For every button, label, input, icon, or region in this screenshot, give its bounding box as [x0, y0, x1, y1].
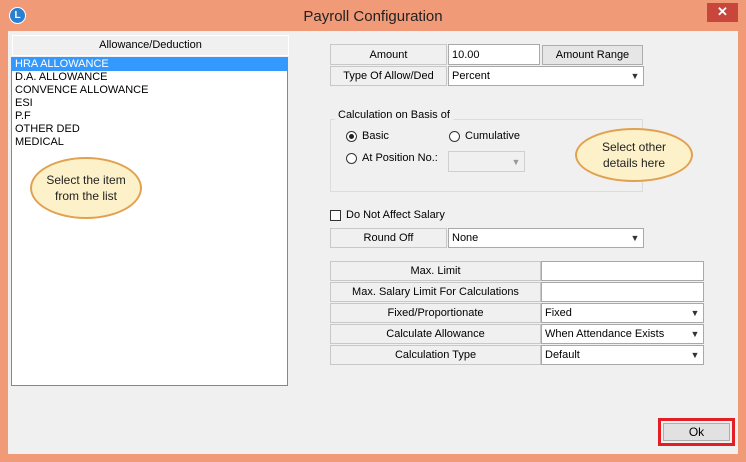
- fixed-proportionate-select[interactable]: Fixed ▼: [541, 303, 704, 323]
- radio-cumulative-indicator: [449, 130, 460, 142]
- radio-basic-indicator: [346, 130, 357, 142]
- type-value: Percent: [452, 70, 490, 82]
- select-details-callout: Select other details here: [575, 128, 693, 182]
- calc-type-value: Default: [545, 349, 580, 361]
- round-off-value: None: [452, 232, 479, 244]
- list-item[interactable]: P.F: [12, 110, 287, 123]
- chevron-down-icon: ▼: [511, 156, 521, 167]
- select-item-callout: Select the item from the list: [30, 157, 142, 219]
- amount-input[interactable]: 10.00: [448, 44, 540, 65]
- close-button[interactable]: ✕: [707, 3, 738, 22]
- max-salary-limit-input[interactable]: [541, 282, 704, 302]
- chevron-down-icon: ▼: [690, 350, 700, 360]
- list-item[interactable]: MEDICAL: [12, 136, 287, 149]
- chevron-down-icon: ▼: [630, 71, 640, 81]
- title-bar[interactable]: L Payroll Configuration ✕: [0, 0, 746, 32]
- radio-at-position-label: At Position No.:: [362, 152, 438, 164]
- fixed-value: Fixed: [545, 307, 572, 319]
- do-not-affect-salary-box: [330, 209, 341, 221]
- max-limit-input[interactable]: [541, 261, 704, 281]
- radio-at-position-indicator: [346, 152, 357, 164]
- calculation-type-select[interactable]: Default ▼: [541, 345, 704, 365]
- payroll-config-window: L Payroll Configuration ✕ Allowance/Dedu…: [0, 0, 746, 462]
- list-item[interactable]: HRA ALLOWANCE: [12, 58, 287, 71]
- list-item[interactable]: CONVENCE ALLOWANCE: [12, 84, 287, 97]
- calc-allowance-value: When Attendance Exists: [545, 328, 665, 340]
- max-limit-label: Max. Limit: [330, 261, 541, 281]
- calculate-allowance-select[interactable]: When Attendance Exists ▼: [541, 324, 704, 344]
- do-not-affect-salary-checkbox[interactable]: Do Not Affect Salary: [330, 209, 445, 221]
- position-number-select[interactable]: ▼: [448, 151, 525, 172]
- radio-basic[interactable]: Basic: [346, 130, 389, 142]
- window-title: Payroll Configuration: [303, 8, 443, 25]
- client-area: Allowance/Deduction HRA ALLOWANCE D.A. AL…: [8, 31, 738, 454]
- list-header: Allowance/Deduction: [12, 35, 289, 56]
- close-icon: ✕: [717, 4, 728, 19]
- do-not-affect-salary-label: Do Not Affect Salary: [346, 209, 445, 221]
- type-of-allow-ded-select[interactable]: Percent ▼: [448, 66, 644, 86]
- chevron-down-icon: ▼: [690, 308, 700, 318]
- radio-basic-label: Basic: [362, 130, 389, 142]
- list-item[interactable]: D.A. ALLOWANCE: [12, 71, 287, 84]
- list-item[interactable]: OTHER DED: [12, 123, 287, 136]
- radio-cumulative-label: Cumulative: [465, 130, 521, 142]
- calculate-allowance-label: Calculate Allowance: [330, 324, 541, 344]
- max-salary-limit-label: Max. Salary Limit For Calculations: [330, 282, 541, 302]
- list-item[interactable]: ESI: [12, 97, 287, 110]
- calc-basis-title: Calculation on Basis of: [335, 109, 453, 121]
- calculation-type-label: Calculation Type: [330, 345, 541, 365]
- round-off-label: Round Off: [330, 228, 447, 248]
- round-off-select[interactable]: None ▼: [448, 228, 644, 248]
- chevron-down-icon: ▼: [690, 329, 700, 339]
- ok-button[interactable]: Ok: [663, 423, 730, 441]
- fixed-proportionate-label: Fixed/Proportionate: [330, 303, 541, 323]
- amount-label: Amount: [330, 44, 447, 65]
- type-of-allow-ded-label: Type Of Allow/Ded: [330, 66, 447, 86]
- radio-at-position[interactable]: At Position No.:: [346, 152, 438, 164]
- allowance-deduction-list[interactable]: HRA ALLOWANCE D.A. ALLOWANCE CONVENCE ALLO…: [11, 57, 288, 386]
- chevron-down-icon: ▼: [630, 233, 640, 243]
- amount-range-button[interactable]: Amount Range: [542, 45, 643, 65]
- radio-cumulative[interactable]: Cumulative: [449, 130, 520, 142]
- ok-highlight-box: Ok: [658, 418, 735, 446]
